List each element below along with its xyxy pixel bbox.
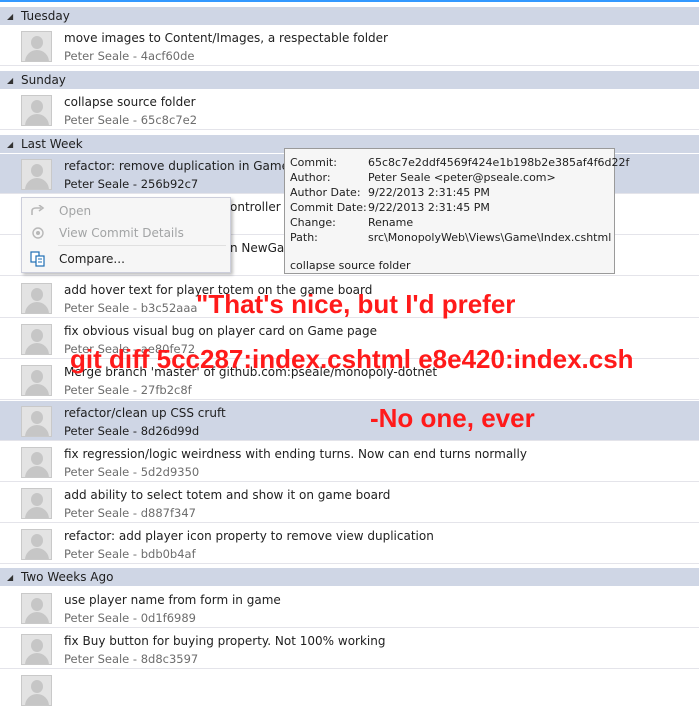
avatar bbox=[21, 593, 52, 624]
tooltip-key: Author Date: bbox=[290, 186, 361, 199]
commit-message: refactor: add player icon property to re… bbox=[64, 529, 434, 543]
commit-message: ontroller a bbox=[230, 200, 292, 214]
avatar bbox=[21, 159, 52, 190]
commit-meta: Peter Seale - 65c8c7e2 bbox=[64, 113, 198, 127]
commit-message: move images to Content/Images, a respect… bbox=[64, 31, 388, 45]
tooltip-value: src\MonopolyWeb\Views\Game\Index.cshtml bbox=[368, 231, 612, 244]
commit-row[interactable]: fix Buy button for buying property. Not … bbox=[0, 629, 699, 669]
group-label: Two Weeks Ago bbox=[21, 570, 114, 584]
commit-message: fix Buy button for buying property. Not … bbox=[64, 634, 386, 648]
commit-row[interactable]: collapse source folder Peter Seale - 65c… bbox=[0, 90, 699, 130]
commit-tooltip: Commit: 65c8c7e2ddf4569f424e1b198b2e385a… bbox=[284, 148, 629, 274]
menu-item-label: Compare... bbox=[59, 252, 125, 266]
commit-message: refactor/clean up CSS cruft bbox=[64, 406, 226, 420]
avatar bbox=[21, 529, 52, 560]
commit-message: collapse source folder bbox=[64, 95, 196, 109]
commit-meta: Peter Seale - 256b92c7 bbox=[64, 177, 199, 191]
tooltip-description: collapse source folder bbox=[290, 259, 411, 272]
commit-meta: Peter Seale - bdb0b4af bbox=[64, 547, 196, 561]
commit-row[interactable]: refactor: add player icon property to re… bbox=[0, 524, 699, 564]
avatar bbox=[21, 365, 52, 396]
commit-row[interactable]: add ability to select totem and show it … bbox=[0, 483, 699, 523]
commit-meta: Peter Seale - d887f347 bbox=[64, 506, 196, 520]
tooltip-key: Commit Date: bbox=[290, 201, 367, 214]
window-top-border bbox=[0, 0, 699, 2]
tooltip-key: Change: bbox=[290, 216, 336, 229]
avatar bbox=[21, 324, 52, 355]
tooltip-value: Rename bbox=[368, 216, 414, 229]
commit-meta: Peter Seale - 8d26d99d bbox=[64, 424, 200, 438]
collapse-triangle-icon[interactable]: ◢ bbox=[7, 76, 15, 85]
avatar bbox=[21, 31, 52, 62]
commit-meta: Peter Seale - 4acf60de bbox=[64, 49, 195, 63]
avatar bbox=[21, 283, 52, 314]
commit-meta: Peter Seale - 5d2d9350 bbox=[64, 465, 200, 479]
avatar bbox=[21, 634, 52, 665]
tooltip-key: Path: bbox=[290, 231, 318, 244]
tooltip-value: 9/22/2013 2:31:45 PM bbox=[368, 186, 490, 199]
tooltip-value: 65c8c7e2ddf4569f424e1b198b2e385af4f6d22f bbox=[368, 156, 630, 169]
compare-icon bbox=[30, 251, 46, 267]
commit-meta: Peter Seale - b3c52aaa bbox=[64, 301, 198, 315]
tooltip-key: Commit: bbox=[290, 156, 337, 169]
commit-message: use player name from form in game bbox=[64, 593, 281, 607]
open-arrow-icon bbox=[30, 203, 46, 219]
avatar bbox=[21, 675, 52, 706]
menu-item-view-commit-details[interactable]: View Commit Details bbox=[22, 222, 230, 244]
group-label: Tuesday bbox=[21, 9, 70, 23]
commit-row-highlighted[interactable]: refactor/clean up CSS cruft Peter Seale … bbox=[0, 401, 699, 441]
group-header-sunday[interactable]: ◢ Sunday bbox=[0, 71, 699, 89]
menu-separator bbox=[58, 245, 226, 246]
tooltip-value: 9/22/2013 2:31:45 PM bbox=[368, 201, 490, 214]
commit-row[interactable]: move images to Content/Images, a respect… bbox=[0, 26, 699, 66]
annotation-command-line: git diff 5cc287:index.cshtml e8e420:inde… bbox=[70, 344, 634, 374]
collapse-triangle-icon[interactable]: ◢ bbox=[7, 573, 15, 582]
group-label: Sunday bbox=[21, 73, 66, 87]
annotation-attribution: -No one, ever bbox=[370, 403, 535, 433]
commit-meta: Peter Seale - 0d1f6989 bbox=[64, 611, 196, 625]
avatar bbox=[21, 488, 52, 519]
avatar bbox=[21, 447, 52, 478]
commit-message: add ability to select totem and show it … bbox=[64, 488, 391, 502]
menu-item-open[interactable]: Open bbox=[22, 200, 230, 222]
commit-message: fix obvious visual bug on player card on… bbox=[64, 324, 378, 338]
menu-item-label: View Commit Details bbox=[59, 226, 184, 240]
avatar bbox=[21, 406, 52, 437]
group-header-tuesday[interactable]: ◢ Tuesday bbox=[0, 7, 699, 25]
commit-message: refactor: remove duplication in GameCon bbox=[64, 159, 313, 173]
collapse-triangle-icon[interactable]: ◢ bbox=[7, 12, 15, 21]
commit-row[interactable]: use player name from form in game Peter … bbox=[0, 588, 699, 628]
commit-details-icon bbox=[30, 225, 46, 241]
collapse-triangle-icon[interactable]: ◢ bbox=[7, 140, 15, 149]
context-menu: Open View Commit Details Compare... bbox=[21, 197, 231, 273]
menu-item-label: Open bbox=[59, 204, 92, 218]
group-label: Last Week bbox=[21, 137, 83, 151]
annotation-quote-line: "That's nice, but I'd prefer bbox=[196, 289, 516, 319]
avatar bbox=[21, 95, 52, 126]
tooltip-key: Author: bbox=[290, 171, 331, 184]
menu-item-compare[interactable]: Compare... bbox=[22, 248, 230, 270]
commit-meta: Peter Seale - 27fb2c8f bbox=[64, 383, 192, 397]
commit-row[interactable]: fix regression/logic weirdness with endi… bbox=[0, 442, 699, 482]
commit-message: fix regression/logic weirdness with endi… bbox=[64, 447, 527, 461]
commit-row[interactable] bbox=[0, 670, 699, 706]
group-header-two-weeks-ago[interactable]: ◢ Two Weeks Ago bbox=[0, 568, 699, 586]
commit-meta: Peter Seale - 8d8c3597 bbox=[64, 652, 199, 666]
tooltip-value: Peter Seale <peter@pseale.com> bbox=[368, 171, 556, 184]
